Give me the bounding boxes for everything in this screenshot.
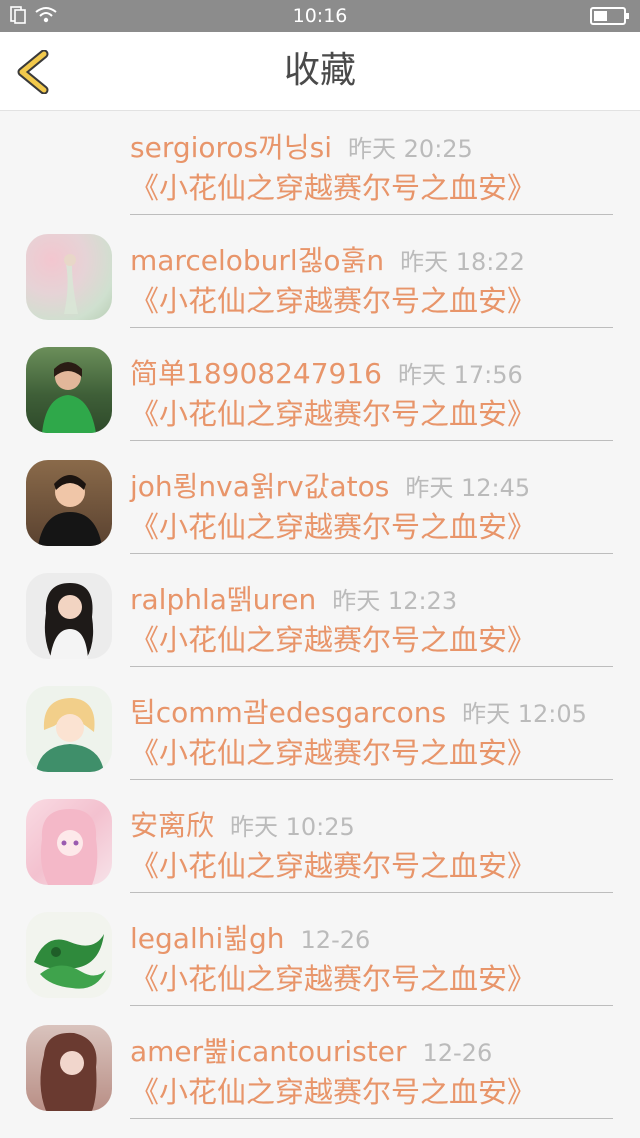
item-content: sergioros꺼닝si 昨天 20:25 《小花仙之穿越赛尔号之血安》 xyxy=(130,111,613,215)
item-content: joh룅nva윍rv값atos 昨天 12:45 《小花仙之穿越赛尔号之血安》 xyxy=(130,450,613,554)
item-time: 昨天 18:22 xyxy=(400,248,525,276)
avatar[interactable] xyxy=(26,912,112,998)
nav-bar: 收藏 xyxy=(0,32,640,111)
item-username: 팁comm괌edesgarcons xyxy=(130,696,447,729)
battery-icon xyxy=(590,7,630,29)
favorites-list: sergioros꺼닝si 昨天 20:25 《小花仙之穿越赛尔号之血安》 mar… xyxy=(0,111,640,1128)
item-username: joh룅nva윍rv값atos xyxy=(130,470,390,503)
list-item[interactable]: sergioros꺼닝si 昨天 20:25 《小花仙之穿越赛尔号之血安》 xyxy=(0,111,640,224)
avatar[interactable] xyxy=(26,460,112,546)
item-username: amer뿚icantourister xyxy=(130,1035,407,1068)
item-book-title: 《小花仙之穿越赛尔号之血安》 xyxy=(130,962,537,996)
avatar[interactable] xyxy=(26,799,112,885)
item-content: 简单18908247916 昨天 17:56 《小花仙之穿越赛尔号之血安》 xyxy=(130,337,613,441)
item-content: 팁comm괌edesgarcons 昨天 12:05 《小花仙之穿越赛尔号之血安》 xyxy=(130,676,613,780)
list-item[interactable]: joh룅nva윍rv값atos 昨天 12:45 《小花仙之穿越赛尔号之血安》 xyxy=(0,450,640,563)
list-item[interactable]: marceloburl겛o훍n 昨天 18:22 《小花仙之穿越赛尔号之血安》 xyxy=(0,224,640,337)
page-title: 收藏 xyxy=(283,50,356,91)
item-time: 昨天 12:45 xyxy=(405,474,531,502)
item-book-title: 《小花仙之穿越赛尔号之血安》 xyxy=(130,510,537,544)
item-username: sergioros꺼닝si xyxy=(130,131,333,164)
item-time: 昨天 20:25 xyxy=(348,135,473,163)
list-item[interactable]: ralphla뗅uren 昨天 12:23 《小花仙之穿越赛尔号之血安》 xyxy=(0,563,640,676)
item-time: 昨天 10:25 xyxy=(230,813,355,841)
avatar[interactable] xyxy=(26,234,112,320)
avatar[interactable] xyxy=(26,686,112,772)
item-book-title: 《小花仙之穿越赛尔号之血安》 xyxy=(130,849,537,883)
item-content: legalhi뷞gh 12-26 《小花仙之穿越赛尔号之血安》 xyxy=(130,902,613,1006)
item-content: amer뿚icantourister 12-26 《小花仙之穿越赛尔号之血安》 xyxy=(130,1015,613,1119)
list-item[interactable]: 安离欣 昨天 10:25 《小花仙之穿越赛尔号之血安》 xyxy=(0,789,640,902)
status-bar: 10:16 xyxy=(0,0,640,32)
item-username: 简单18908247916 xyxy=(130,357,382,390)
item-username: legalhi뷞gh xyxy=(130,922,285,955)
avatar[interactable] xyxy=(26,347,112,433)
item-book-title: 《小花仙之穿越赛尔号之血安》 xyxy=(130,623,537,657)
item-time: 昨天 17:56 xyxy=(397,361,523,389)
item-book-title: 《小花仙之穿越赛尔号之血安》 xyxy=(130,736,537,770)
item-content: 安离欣 昨天 10:25 《小花仙之穿越赛尔号之血安》 xyxy=(130,789,613,893)
item-book-title: 《小花仙之穿越赛尔号之血安》 xyxy=(130,1075,537,1109)
item-time: 昨天 12:05 xyxy=(462,700,587,728)
item-username: ralphla뗅uren xyxy=(130,583,317,616)
list-item[interactable]: 팁comm괌edesgarcons 昨天 12:05 《小花仙之穿越赛尔号之血安》 xyxy=(0,676,640,789)
item-username: marceloburl겛o훍n xyxy=(130,244,385,277)
item-time: 昨天 12:23 xyxy=(332,587,458,615)
status-time: 10:16 xyxy=(292,5,348,27)
list-item[interactable]: amer뿚icantourister 12-26 《小花仙之穿越赛尔号之血安》 xyxy=(0,1015,640,1128)
item-book-title: 《小花仙之穿越赛尔号之血安》 xyxy=(130,284,537,318)
item-time: 12-26 xyxy=(422,1039,493,1067)
avatar[interactable] xyxy=(26,1025,112,1111)
item-username: 安离欣 xyxy=(130,809,215,842)
item-content: marceloburl겛o훍n 昨天 18:22 《小花仙之穿越赛尔号之血安》 xyxy=(130,224,613,328)
item-content: ralphla뗅uren 昨天 12:23 《小花仙之穿越赛尔号之血安》 xyxy=(130,563,613,667)
item-book-title: 《小花仙之穿越赛尔号之血安》 xyxy=(130,171,537,205)
item-time: 12-26 xyxy=(300,926,371,954)
avatar[interactable] xyxy=(26,573,112,659)
list-item[interactable]: legalhi뷞gh 12-26 《小花仙之穿越赛尔号之血安》 xyxy=(0,902,640,1015)
list-item[interactable]: 简单18908247916 昨天 17:56 《小花仙之穿越赛尔号之血安》 xyxy=(0,337,640,450)
item-book-title: 《小花仙之穿越赛尔号之血安》 xyxy=(130,397,537,431)
